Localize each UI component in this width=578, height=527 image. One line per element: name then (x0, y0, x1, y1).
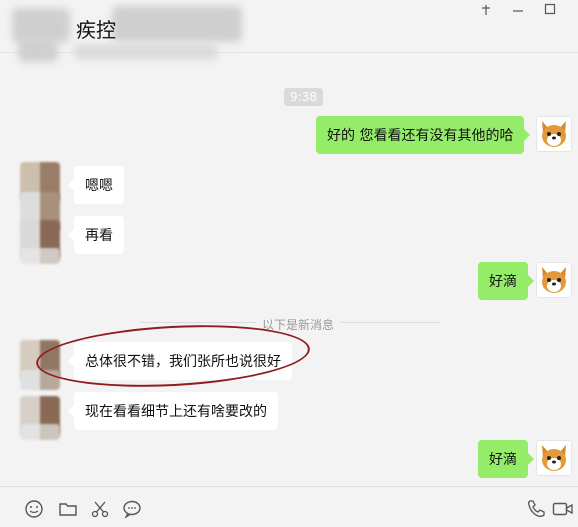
blurred-avatar (12, 8, 70, 42)
blurred-title-suffix (112, 6, 242, 42)
corgi-face-icon (542, 121, 566, 147)
corgi-avatar[interactable] (536, 262, 572, 298)
folder-icon[interactable] (58, 499, 78, 519)
phone-icon[interactable] (526, 499, 546, 519)
outgoing-message-bubble[interactable]: 好滴 (478, 262, 534, 300)
sender-avatar (20, 248, 60, 264)
corgi-avatar[interactable] (536, 116, 572, 152)
chat-area[interactable]: 9:38 好的 您看看还有没有其他的哈 嗯嗯 再看 好滴 以下是新消息 总体很不… (0, 52, 578, 486)
highlight-oval (34, 318, 312, 394)
video-icon[interactable] (552, 499, 574, 519)
outgoing-message-bubble[interactable]: 好的 您看看还有没有其他的哈 (316, 116, 531, 154)
incoming-message-bubble[interactable]: 嗯嗯 (68, 166, 124, 204)
maximize-icon[interactable] (544, 3, 556, 15)
chat-toolbar (0, 486, 578, 527)
corgi-face-icon (542, 445, 566, 471)
corgi-avatar[interactable] (536, 440, 572, 476)
emoji-icon[interactable] (24, 499, 44, 519)
chat-bubble-icon[interactable] (122, 499, 142, 519)
window-title: 疾控 (76, 18, 116, 42)
outgoing-message-bubble[interactable]: 好滴 (478, 440, 534, 478)
timestamp-chip: 9:38 (284, 88, 323, 106)
pin-icon[interactable] (480, 4, 492, 16)
title-bar: 疾控 (0, 0, 578, 62)
sender-avatar (20, 424, 60, 440)
incoming-message-bubble[interactable]: 再看 (68, 216, 124, 254)
chat-window: 疾控 9:38 好的 您看看还有没有其他的哈 嗯嗯 再看 好滴 以下是新消息 总… (0, 0, 578, 527)
corgi-face-icon (542, 267, 566, 293)
incoming-message-bubble[interactable]: 现在看看细节上还有啥要改的 (68, 392, 278, 430)
minimize-icon[interactable] (512, 5, 524, 17)
scissors-icon[interactable] (90, 499, 110, 519)
